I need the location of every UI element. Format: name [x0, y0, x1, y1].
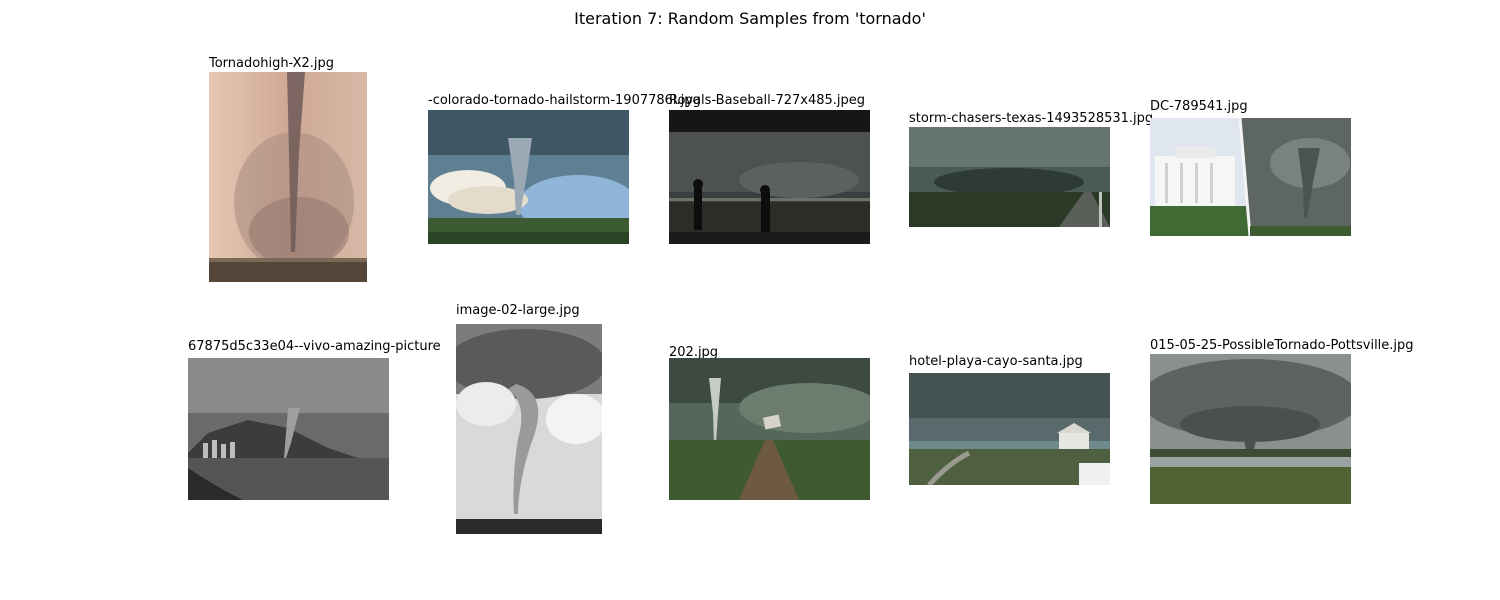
- sample-image: [188, 358, 389, 500]
- sample-caption: 67875d5c33e04--vivo-amazing-picture: [188, 339, 441, 354]
- sample-image: [1150, 118, 1351, 236]
- sample-image: [669, 358, 870, 500]
- sample-caption: 015-05-25-PossibleTornado-Pottsville.jpg: [1150, 338, 1414, 353]
- sample-image: [209, 72, 367, 282]
- sample-image: [428, 110, 629, 244]
- sample-image: [909, 373, 1110, 485]
- sample-caption: hotel-playa-cayo-santa.jpg: [909, 354, 1083, 369]
- sample-image: [909, 127, 1110, 227]
- sample-caption: image-02-large.jpg: [456, 303, 580, 318]
- sample-caption: storm-chasers-texas-1493528531.jpg: [909, 111, 1154, 126]
- figure-title: Iteration 7: Random Samples from 'tornad…: [574, 9, 926, 28]
- sample-caption: Tornadohigh-X2.jpg: [209, 56, 335, 71]
- sample-caption: Royals-Baseball-727x485.jpeg: [669, 93, 866, 108]
- sample-image: [669, 110, 870, 244]
- sample-caption: -colorado-tornado-hailstorm-1907786l.jpg: [428, 93, 701, 108]
- sample-image: [1150, 354, 1351, 504]
- sample-image: [456, 324, 602, 534]
- sample-caption: DC-789541.jpg: [1150, 99, 1248, 114]
